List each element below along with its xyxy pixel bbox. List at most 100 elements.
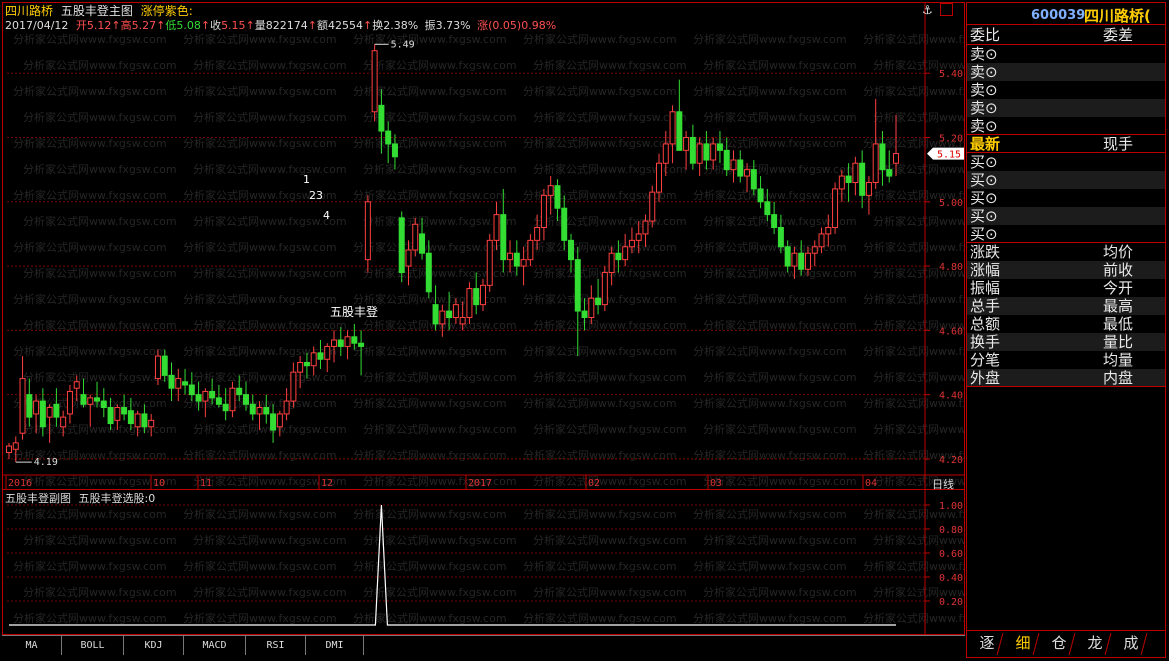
watermark-text: 分析家公式网www.fxgsw.com xyxy=(13,559,167,573)
candle-body xyxy=(168,374,175,389)
candle-body xyxy=(249,403,256,415)
candle-body xyxy=(757,188,764,203)
weicha-label: 委差 xyxy=(1103,26,1134,44)
candle-body xyxy=(608,252,615,273)
candle-body xyxy=(750,169,757,190)
watermark-text: 分析家公式网www.fxgsw.com xyxy=(863,240,964,254)
signal-name: 五股丰登选股: xyxy=(78,492,149,505)
candle-body xyxy=(615,252,622,261)
change-label: 涨 xyxy=(477,19,489,32)
amplitude-label: 振 xyxy=(424,19,436,32)
candle-body xyxy=(804,252,811,270)
watermark-text: 分析家公式网www.fxgsw.com xyxy=(13,84,167,98)
candle-body xyxy=(80,394,87,405)
candle-body xyxy=(825,227,832,235)
indicator-name[interactable]: 五股丰登主图 xyxy=(61,4,133,18)
watermark-text: 分析家公式网www.fxgsw.com xyxy=(353,188,507,202)
candle-body xyxy=(175,378,182,389)
watermark-text: 分析家公式网www.fxgsw.com xyxy=(523,559,677,573)
candle-body xyxy=(351,336,358,344)
main-chart-frame[interactable]: 分析家公式网www.fxgsw.com 分析家公式网www.fxgsw.com 分析… xyxy=(2,2,965,490)
signal-text: 五股丰登 xyxy=(330,304,378,319)
stats-label-left: 涨跌 xyxy=(970,243,1001,261)
main-chart-svg[interactable]: 分析家公式网www.fxgsw.com 分析家公式网www.fxgsw.com 分析… xyxy=(3,3,964,489)
candle-body xyxy=(405,249,412,267)
candle-body xyxy=(832,188,839,229)
watermark-text: 分析家公式网www.fxgsw.com xyxy=(193,585,347,599)
watermark-text: 分析家公式网www.fxgsw.com xyxy=(693,344,847,358)
watermark-text: 分析家公式网www.fxgsw.com xyxy=(193,422,347,436)
watermark-text: 分析家公式网www.fxgsw.com xyxy=(193,533,347,547)
watermark-text: 分析家公式网www.fxgsw.com xyxy=(193,370,347,384)
watermark-text: 分析家公式网www.fxgsw.com xyxy=(693,32,847,46)
candle-body xyxy=(134,413,141,428)
watermark-text: 分析家公式网www.fxgsw.com xyxy=(523,448,677,462)
candle-body xyxy=(561,207,568,241)
watermark-text: 分析家公式网www.fxgsw.com xyxy=(363,370,517,384)
tab-kdj[interactable]: KDJ xyxy=(124,636,184,655)
open-label: 开 xyxy=(75,19,87,32)
limit-color-label: 涨停紫色: xyxy=(140,4,193,18)
candle-body xyxy=(46,407,53,418)
candle-body xyxy=(371,50,378,113)
candle-body xyxy=(649,191,656,222)
buy-label: 买⊙ xyxy=(970,207,998,225)
watermark-text: 分析家公式网www.fxgsw.com xyxy=(533,162,687,176)
watermark-text: 分析家公式网www.fxgsw.com xyxy=(533,58,687,72)
watermark-text: 分析家公式网www.fxgsw.com xyxy=(523,396,677,410)
sell-label: 卖⊙ xyxy=(970,45,998,63)
date-tick-label: 10 xyxy=(153,478,165,489)
candle-body xyxy=(209,390,216,399)
watermark-text: 分析家公式网www.fxgsw.com xyxy=(183,84,337,98)
tab-dmi[interactable]: DMI xyxy=(306,636,364,655)
buy-row-4: 买⊙ xyxy=(967,207,1165,225)
stats-label-right: 量比 xyxy=(1103,333,1134,351)
change-value: (0.05) xyxy=(488,19,522,32)
candle-body xyxy=(865,182,872,196)
sub-chart-svg[interactable]: 分析家公式网www.fxgsw.com 分析家公式网www.fxgsw.com 分析… xyxy=(3,490,964,634)
anchor-icon[interactable]: ⚓ xyxy=(922,3,936,17)
watermark-text: 分析家公式网www.fxgsw.com xyxy=(183,32,337,46)
turnover-label: 换 xyxy=(372,19,384,32)
watermark-text: 分析家公式网www.fxgsw.com xyxy=(363,162,517,176)
date-tick-label: 12 xyxy=(321,478,333,489)
candle-body xyxy=(310,352,317,367)
watermark-text: 分析家公式网www.fxgsw.com xyxy=(13,611,167,625)
candle-body xyxy=(473,288,480,306)
max-marker: 5.49 xyxy=(391,39,415,50)
candle-body xyxy=(500,214,507,261)
watermark-text: 分析家公式网www.fxgsw.com xyxy=(363,422,517,436)
watermark-text: 分析家公式网www.fxgsw.com xyxy=(533,474,687,488)
candle-body xyxy=(486,239,493,286)
close-label: 收 xyxy=(210,19,222,32)
buy-label: 买⊙ xyxy=(970,225,998,243)
candle-body xyxy=(222,403,229,412)
stats-label-right: 最低 xyxy=(1103,315,1134,333)
signal-value: 0 xyxy=(148,492,156,505)
watermark-text: 分析家公式网www.fxgsw.com xyxy=(863,611,964,625)
ohlc-line: 2017/04/12 开5.12↑高5.27↑低5.08↑收5.15↑量8221… xyxy=(5,19,557,32)
weibi-row: 委比 委差 xyxy=(967,26,1165,44)
tab-rsi[interactable]: RSI xyxy=(246,636,306,655)
tab-boll[interactable]: BOLL xyxy=(62,636,124,655)
candle-body xyxy=(676,111,683,151)
stats-label-right: 前收 xyxy=(1103,261,1134,279)
candle-body xyxy=(242,394,249,405)
candle-body xyxy=(121,407,128,415)
watermark-text: 分析家公式网www.fxgsw.com xyxy=(363,110,517,124)
watermark-text: 分析家公式网www.fxgsw.com xyxy=(523,344,677,358)
candle-body xyxy=(574,259,581,312)
tab-ma[interactable]: MA xyxy=(2,636,62,655)
sub-chart-frame[interactable]: 分析家公式网www.fxgsw.com 分析家公式网www.fxgsw.com 分析… xyxy=(2,490,965,635)
wave-label: 23 xyxy=(309,189,323,202)
tab-macd[interactable]: MACD xyxy=(184,636,246,655)
candle-body xyxy=(60,416,67,428)
watermark-text: 分析家公式网www.fxgsw.com xyxy=(873,214,964,228)
watermark-text: 分析家公式网www.fxgsw.com xyxy=(693,396,847,410)
candle-body xyxy=(818,233,825,248)
panel-toggle-icon[interactable] xyxy=(940,3,953,16)
candle-body xyxy=(229,387,236,412)
candle-body xyxy=(507,252,514,261)
buy-row-3: 买⊙ xyxy=(967,189,1165,207)
candle-body xyxy=(141,413,148,428)
